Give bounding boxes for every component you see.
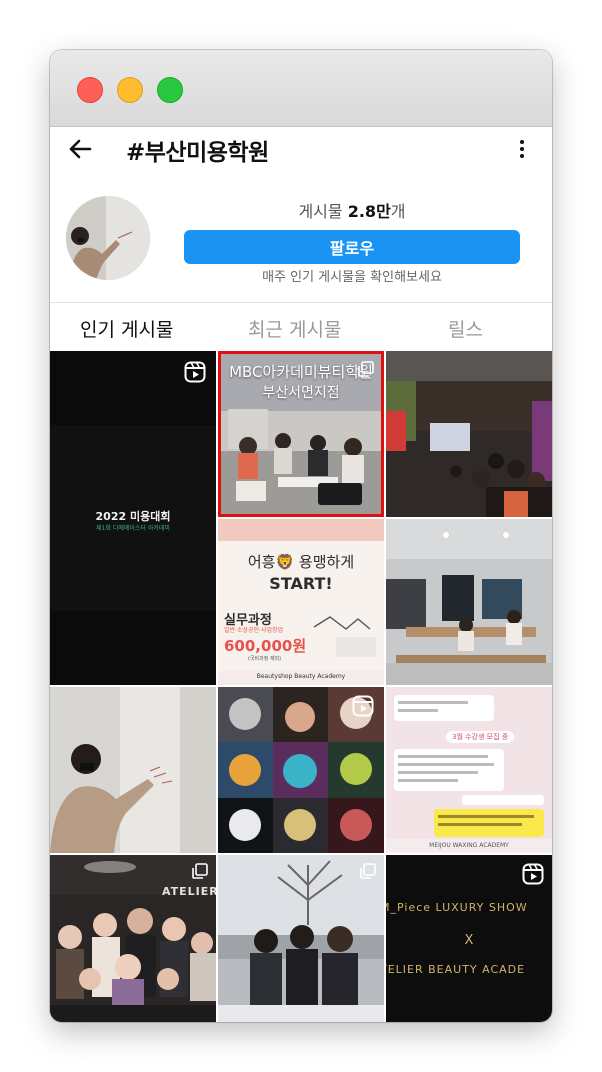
tab-recent-posts[interactable]: 최근 게시물 [248, 315, 341, 342]
post-promo-course-sub: 일반·소상공인·사업창업 [224, 627, 284, 634]
multiple-photos-icon [360, 863, 376, 879]
post-promo-headline2: START! [269, 574, 333, 593]
post-classroom[interactable] [386, 519, 552, 685]
post-tabs: 인기 게시물 최근 게시물 릴스 [50, 302, 552, 351]
post-chat-footer: MEIJOU WAXING ACADEMY [429, 842, 509, 849]
zoom-window-button[interactable] [157, 77, 183, 103]
reels-icon [184, 361, 206, 383]
post-art-makeup[interactable] [218, 687, 384, 853]
minimize-window-button[interactable] [117, 77, 143, 103]
more-options-icon[interactable] [510, 137, 534, 161]
post-promo-poster[interactable]: 어흥🦁 용맹하게 START! 실무과정 일반·소상공인·사업창업 600,00… [218, 519, 384, 685]
post-promo-headline1: 어흥🦁 용맹하게 [247, 553, 355, 571]
post-contest-title: 2022 미용대회 [95, 510, 171, 523]
post-group-sign: ATELIER [162, 885, 216, 898]
hashtag-header: #부산미용학원 [50, 127, 552, 171]
post-grid: 2022 미용대회 제1회 디에메이스터 아카데미 MBC아카데미뷰티학원 부산… [50, 351, 552, 1022]
hashtag-avatar [66, 196, 150, 280]
follow-button[interactable]: 팔로우 [184, 230, 520, 264]
multiple-photos-icon [192, 863, 208, 879]
post-luxury-x: X [464, 933, 474, 948]
post-count-label: 게시물 [298, 202, 343, 221]
post-promo-price: 600,000원 [224, 637, 307, 655]
post-contest-reel[interactable]: 2022 미용대회 제1회 디에메이스터 아카데미 [50, 351, 216, 685]
post-promo-price-sub: (국비과정 제외) [248, 656, 282, 662]
hashtag-title: #부산미용학원 [126, 140, 269, 166]
window-titlebar [50, 50, 552, 127]
post-luxury-line2: TELIER BEAUTY ACADE [386, 963, 526, 976]
weekly-hint: 매주 인기 게시물을 확인해보세요 [262, 270, 442, 285]
post-outdoor-photo[interactable] [218, 855, 384, 1022]
post-whiteboard[interactable] [50, 687, 216, 853]
tab-top-posts[interactable]: 인기 게시물 [80, 315, 173, 342]
close-window-button[interactable] [77, 77, 103, 103]
post-group-photo[interactable]: ATELIER [50, 855, 216, 1022]
highlight-frame [218, 351, 384, 517]
post-chat-banner: 3월 수강생 모집 중 [446, 731, 515, 743]
post-chat-screenshot[interactable]: 3월 수강생 모집 중 MEIJOU WAXING ACADEMY [386, 687, 552, 853]
post-promo-brand: Beautyshop Beauty Academy [256, 673, 346, 680]
post-count-value: 2.8만 [347, 202, 391, 221]
back-arrow-icon[interactable] [66, 135, 94, 163]
browser-window: #부산미용학원 게시물 2.8만개 팔로우 매주 인기 게시물을 확인해보세요 … [50, 50, 552, 1022]
post-luxury-line1: M_Piece LUXURY SHOW [386, 901, 528, 914]
post-count-suffix: 개 [390, 202, 406, 221]
reels-icon [522, 863, 544, 885]
post-mbc-academy[interactable]: MBC아카데미뷰티학원 부산서면지점 [218, 351, 384, 517]
post-luxury-show[interactable]: M_Piece LUXURY SHOW X TELIER BEAUTY ACAD… [386, 855, 552, 1022]
post-count: 게시물 2.8만개 [184, 198, 520, 222]
tab-reels[interactable]: 릴스 [448, 315, 483, 342]
post-contest-subtitle: 제1회 디에메이스터 아카데미 [96, 525, 170, 532]
post-seminar-room[interactable] [386, 351, 552, 517]
reels-icon [352, 695, 374, 717]
